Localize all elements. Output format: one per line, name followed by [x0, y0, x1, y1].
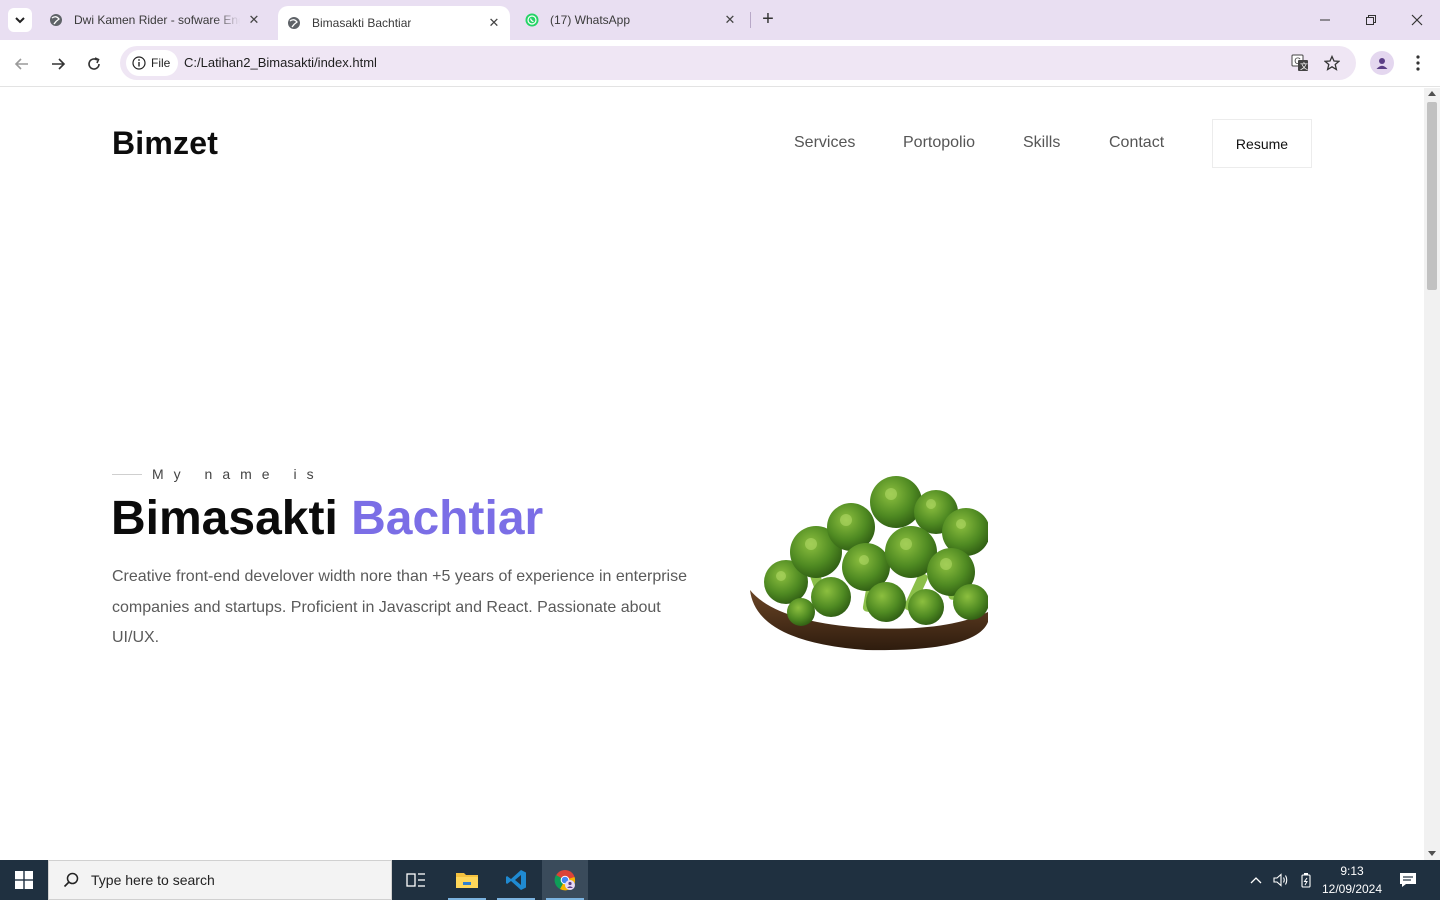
nav-skills[interactable]: Skills [1023, 134, 1060, 152]
forward-button[interactable] [44, 50, 72, 78]
restore-icon [1366, 15, 1376, 25]
hero-eyebrow: My name is [112, 466, 324, 482]
task-view-button[interactable] [393, 860, 439, 900]
reload-icon [88, 57, 100, 70]
nav-services[interactable]: Services [794, 134, 855, 152]
chrome-icon [554, 870, 576, 891]
browser-menu-button[interactable] [1408, 50, 1428, 76]
eyebrow-line [112, 473, 142, 475]
globe-icon [48, 12, 64, 28]
address-bar[interactable]: File C:/Latihan2_Bimasakti/index.html G文 [120, 46, 1356, 80]
taskbar-search-placeholder: Type here to search [91, 872, 215, 888]
chevron-down-icon [15, 17, 25, 24]
page-viewport: Bimzet Services Portopolio Skills Contac… [0, 88, 1424, 860]
svg-text:文: 文 [1300, 61, 1308, 71]
reload-button[interactable] [80, 50, 108, 78]
vscode-button[interactable] [493, 860, 539, 900]
hero-name: Bimasakti Bachtiar [111, 491, 543, 546]
chevron-up-icon [1250, 877, 1262, 884]
tab-title: Bimasakti Bachtiar [312, 16, 412, 30]
show-hidden-icons[interactable] [1246, 860, 1266, 900]
close-icon[interactable]: ✕ [722, 12, 738, 28]
info-icon [132, 56, 146, 70]
site-info-label: File [151, 56, 171, 70]
new-tab-button[interactable]: + [758, 9, 778, 30]
more-vertical-icon [1416, 55, 1420, 71]
restore-button[interactable] [1348, 0, 1394, 40]
clock-time: 9:13 [1340, 864, 1364, 878]
hero-first-name: Bimasakti [111, 492, 338, 545]
globe-icon [286, 15, 302, 31]
battery-icon[interactable] [1296, 860, 1316, 900]
scroll-down-arrow[interactable] [1428, 851, 1436, 856]
whatsapp-icon [524, 12, 540, 28]
nav-portopolio[interactable]: Portopolio [903, 134, 975, 152]
scrollbar-thumb[interactable] [1427, 102, 1437, 290]
tab-bimasakti-bachtiar[interactable]: Bimasakti Bachtiar ✕ [278, 6, 510, 40]
clock-date: 12/09/2024 [1321, 882, 1383, 896]
tab-dwi-kamen-rider[interactable]: Dwi Kamen Rider - sofware Eng ✕ [40, 0, 270, 40]
vscode-icon [506, 870, 526, 890]
taskbar: Type here to search 9:13 12/09/2024 [0, 860, 1440, 900]
tab-search-button[interactable] [8, 8, 32, 32]
translate-icon[interactable]: G文 [1290, 53, 1310, 73]
person-icon [1376, 58, 1388, 69]
close-icon [1411, 14, 1423, 26]
windows-logo-icon [15, 871, 33, 889]
hero-description: Creative front-end develover width nore … [112, 568, 687, 646]
arrow-left-icon [14, 58, 28, 70]
tab-divider [750, 12, 751, 28]
site-logo[interactable]: Bimzet [112, 125, 218, 162]
start-button[interactable] [0, 860, 48, 900]
volume-icon[interactable] [1270, 860, 1292, 900]
nav-contact[interactable]: Contact [1109, 134, 1164, 152]
tab-title: Dwi Kamen Rider - sofware Eng [74, 13, 240, 27]
resume-button[interactable]: Resume [1212, 119, 1312, 168]
folder-icon [456, 873, 478, 888]
arrow-right-icon [52, 58, 66, 70]
tab-strip: Dwi Kamen Rider - sofware Eng ✕ Bimasakt… [0, 0, 1440, 40]
close-window-button[interactable] [1394, 0, 1440, 40]
action-center-button[interactable] [1392, 860, 1424, 900]
scroll-up-arrow[interactable] [1428, 91, 1436, 96]
page-scrollbar[interactable] [1424, 88, 1440, 860]
minimize-button[interactable] [1302, 0, 1348, 40]
profile-avatar[interactable] [1370, 51, 1394, 75]
notification-icon [1400, 873, 1416, 887]
taskbar-clock[interactable]: 9:13 12/09/2024 [1316, 862, 1388, 898]
browser-toolbar: File C:/Latihan2_Bimasakti/index.html G文 [0, 40, 1440, 87]
close-icon[interactable]: ✕ [486, 15, 502, 31]
search-icon [63, 872, 79, 888]
file-explorer-button[interactable] [444, 860, 490, 900]
url-text[interactable]: C:/Latihan2_Bimasakti/index.html [184, 55, 377, 70]
close-icon[interactable]: ✕ [246, 12, 262, 28]
site-info-chip[interactable]: File [126, 50, 179, 76]
eyebrow-text: My name is [152, 466, 324, 482]
minimize-icon [1320, 19, 1330, 21]
task-view-icon [406, 873, 425, 887]
hero-last-name: Bachtiar [351, 492, 544, 545]
bookmark-star-icon[interactable] [1322, 53, 1342, 73]
tab-whatsapp[interactable]: (17) WhatsApp ✕ [516, 0, 746, 40]
chrome-button[interactable] [542, 860, 588, 900]
broccoli-bowl-image [750, 476, 988, 651]
back-button[interactable] [8, 50, 36, 78]
tab-title: (17) WhatsApp [550, 13, 631, 27]
taskbar-search-box[interactable]: Type here to search [48, 860, 392, 900]
